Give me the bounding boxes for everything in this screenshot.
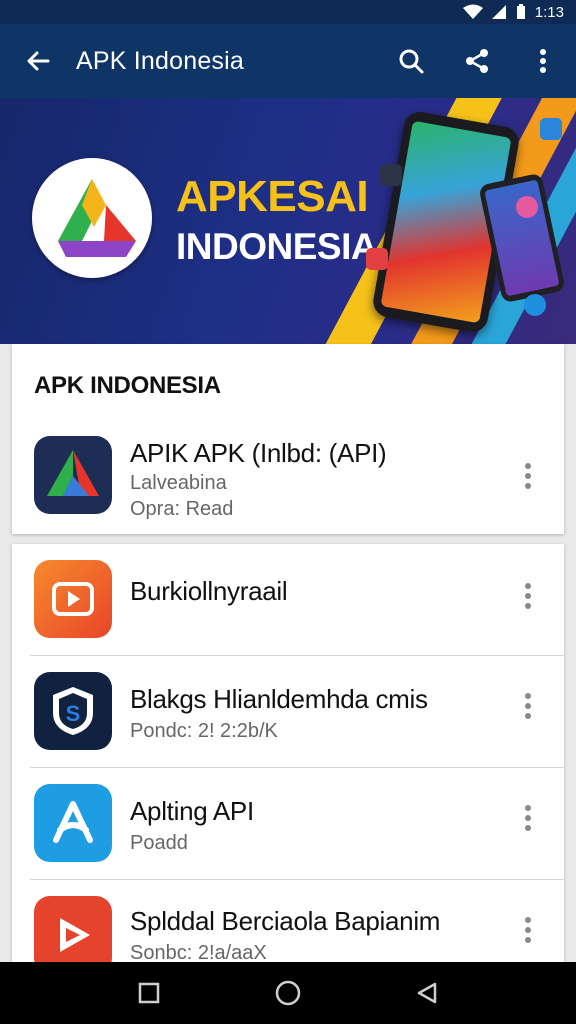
list-item-meta: Poadd (130, 832, 188, 854)
more-vert-icon (525, 805, 531, 831)
list-item[interactable]: Burkiollnyraail (12, 544, 564, 656)
list-item-icon (34, 560, 112, 638)
play-icon (52, 582, 94, 616)
list-item[interactable]: S Blakgs Hlianldemhda cmis Pondc: 2! 2:2… (12, 656, 564, 768)
more-vert-icon (525, 583, 531, 609)
search-button[interactable] (378, 24, 444, 98)
list-item-icon (34, 784, 112, 862)
home-button[interactable] (258, 968, 318, 1018)
circle-icon (275, 980, 301, 1006)
overflow-menu-button[interactable] (510, 24, 576, 98)
triangle-logo-icon (58, 179, 136, 257)
featured-card: APK INDONESIA APIK APK (Inlbd: (API) Lal… (12, 344, 564, 534)
featured-app-meta-2: Opra: Read (130, 498, 234, 520)
list-item-name: Blakgs Hlianldemhda cmis (130, 684, 428, 714)
list-item[interactable]: Aplting API Poadd (12, 768, 564, 880)
status-time: 1:13 (534, 3, 564, 21)
search-icon (399, 49, 424, 74)
battery-icon (515, 4, 527, 20)
list-item[interactable]: Splddal Berciaola Bapianim Sonbc: 2!a/aa… (12, 880, 564, 964)
list-item-more-button[interactable] (508, 910, 548, 950)
recents-button[interactable] (119, 968, 179, 1018)
app-bar: APK Indonesia (0, 24, 576, 98)
wifi-icon (462, 4, 483, 20)
signal-icon (491, 4, 507, 20)
square-icon (139, 982, 160, 1004)
app-bar-title: APK Indonesia (76, 46, 244, 75)
more-vert-icon (525, 917, 531, 943)
triangle-app-icon (47, 450, 99, 496)
list-item-icon: S (34, 672, 112, 750)
share-button[interactable] (444, 24, 510, 98)
list-item-name: Splddal Berciaola Bapianim (130, 906, 441, 936)
system-nav-bar (0, 962, 576, 1024)
share-icon (466, 49, 488, 73)
featured-app-row[interactable]: APIK APK (Inlbd: (API) Lalveabina Opra: … (12, 420, 564, 532)
triangle-back-icon (417, 982, 436, 1004)
list-item-more-button[interactable] (508, 576, 548, 616)
app-list-card: Burkiollnyraail S Blakgs Hlianldemhda cm… (12, 544, 564, 964)
a-logo-icon (53, 801, 93, 843)
banner-headline: APKESAI (176, 172, 369, 221)
promo-banner[interactable]: APKESAI INDONESIA (0, 98, 576, 344)
more-vert-icon (525, 693, 531, 719)
list-item-more-button[interactable] (508, 798, 548, 838)
apkesai-logo (32, 158, 152, 278)
shield-s-icon: S (53, 687, 93, 735)
banner-subheadline: INDONESIA (176, 226, 378, 267)
list-item-meta: Pondc: 2! 2:2b/K (130, 720, 278, 742)
svg-text:S: S (66, 701, 81, 726)
featured-app-name: APIK APK (Inlbd: (API) (130, 438, 387, 468)
list-item-more-button[interactable] (508, 686, 548, 726)
featured-app-meta-1: Lalveabina (130, 472, 227, 494)
more-vert-icon (540, 49, 546, 73)
arrow-back-icon (27, 51, 50, 71)
back-nav-button[interactable] (397, 968, 457, 1018)
list-item-meta: Sonbc: 2!a/aaX (130, 942, 267, 964)
status-bar: 1:13 (0, 0, 576, 24)
list-item-name: Aplting API (130, 796, 254, 826)
list-item-icon (34, 896, 112, 964)
back-button[interactable] (0, 24, 76, 98)
play-arrow-red-icon (60, 918, 90, 952)
more-vert-icon (525, 463, 531, 489)
list-item-name: Burkiollnyraail (130, 576, 288, 606)
section-title: APK INDONESIA (34, 372, 221, 399)
featured-app-icon (34, 436, 112, 514)
featured-app-more-button[interactable] (508, 456, 548, 496)
